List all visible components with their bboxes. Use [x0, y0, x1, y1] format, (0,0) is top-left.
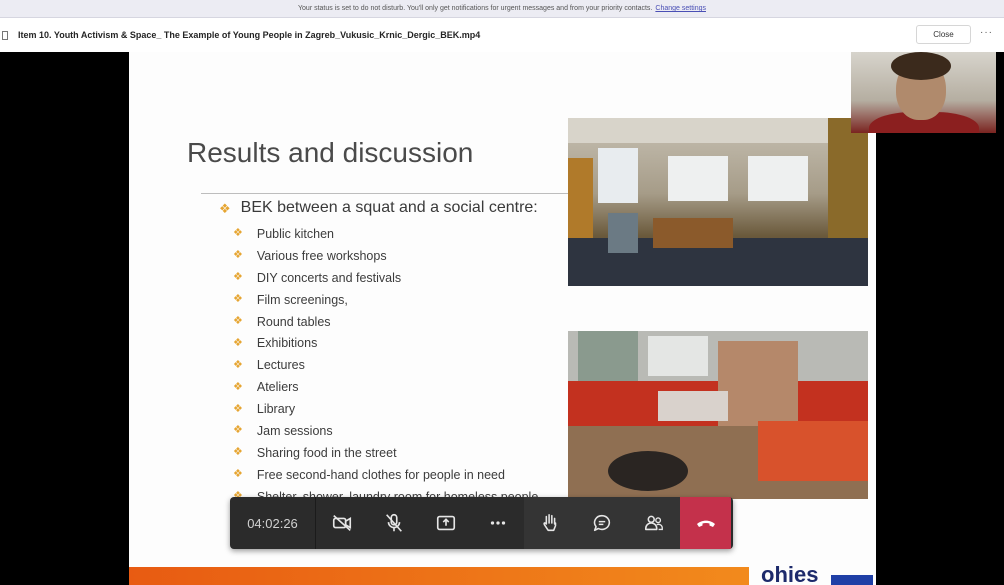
bullet-diamond-icon: ❖	[233, 315, 243, 327]
main-bullet-text: BEK between a squat and a social centre:	[240, 199, 538, 216]
status-notification-text: Your status is set to do not disturb. Yo…	[298, 5, 653, 12]
sub-bullet-text: Library	[256, 402, 296, 417]
list-item: ❖ Public kitchen	[233, 223, 538, 245]
logo: ohies	[761, 562, 819, 585]
bullet-diamond-icon: ❖	[233, 424, 243, 437]
more-icon	[490, 521, 506, 525]
list-item: ❖ Various free workshops	[233, 245, 538, 267]
call-control-bar: 04:02:26	[230, 497, 733, 549]
sub-bullet-text: Film screenings,	[256, 292, 348, 307]
participant-hair	[891, 52, 951, 80]
share-screen-icon	[436, 515, 456, 531]
sub-bullet-text: Sharing food in the street	[256, 445, 397, 460]
list-item: ❖ Lectures	[233, 354, 538, 376]
list-item: ❖ Free second-hand clothes for people in …	[233, 464, 538, 486]
raise-hand-button[interactable]	[524, 497, 576, 549]
sub-bullet-text: Round tables	[256, 314, 331, 329]
sub-bullet-text: Free second-hand clothes for people in n…	[256, 467, 505, 482]
mic-toggle-button[interactable]	[368, 497, 420, 549]
list-item: ❖ DIY concerts and festivals	[233, 267, 538, 289]
bullet-diamond-icon: ❖	[233, 402, 243, 415]
camera-off-icon	[332, 515, 352, 531]
participant-video-tile[interactable]	[851, 52, 996, 133]
sub-bullet-list: ❖ Public kitchen ❖ Various free workshops …	[233, 223, 538, 508]
call-timer: 04:02:26	[230, 497, 316, 549]
hang-up-button[interactable]	[680, 497, 731, 549]
share-screen-button[interactable]	[420, 497, 472, 549]
participants-button[interactable]	[628, 497, 680, 549]
lounge-photo-illustration	[568, 331, 868, 499]
camera-toggle-button[interactable]	[316, 497, 368, 549]
bullet-diamond-icon: ❖	[233, 358, 243, 371]
bullet-diamond-icon: ❖	[233, 468, 243, 481]
change-settings-link[interactable]: Change settings	[655, 5, 706, 12]
bullet-diamond-icon: ❖	[233, 380, 243, 393]
document-icon	[2, 30, 8, 40]
more-options-icon[interactable]: ···	[980, 27, 993, 38]
mic-off-icon	[386, 513, 402, 532]
list-item: ❖ Exhibitions	[233, 332, 538, 354]
close-button[interactable]: Close	[916, 25, 971, 44]
title-bar: Item 10. Youth Activism & Space_ The Exa…	[0, 18, 1004, 52]
bullet-diamond-icon: ❖	[233, 227, 243, 240]
file-title: Item 10. Youth Activism & Space_ The Exa…	[18, 30, 481, 40]
more-actions-button[interactable]	[472, 497, 524, 549]
eu-flag-icon	[831, 575, 873, 585]
hang-up-icon	[696, 520, 715, 527]
sub-bullet-text: Lectures	[256, 358, 305, 373]
bullet-diamond-icon: ❖	[233, 446, 243, 459]
kitchen-photo-illustration	[568, 118, 868, 286]
sub-bullet-text: Various free workshops	[256, 248, 387, 263]
status-notification-banner: Your status is set to do not disturb. Yo…	[0, 0, 1004, 18]
main-bullet: ❖ BEK between a squat and a social centr…	[219, 199, 538, 217]
raise-hand-icon	[543, 513, 557, 532]
list-item: ❖ Film screenings,	[233, 289, 538, 311]
list-item: ❖ Sharing food in the street	[233, 442, 538, 464]
secondary-controls	[524, 497, 680, 549]
chat-icon	[593, 514, 611, 532]
slide-title: Results and discussion	[187, 137, 474, 168]
lounge-photo	[568, 331, 868, 499]
sub-bullet-text: DIY concerts and festivals	[256, 270, 402, 285]
title-divider	[201, 193, 569, 194]
list-item: ❖ Ateliers	[233, 376, 538, 398]
bullet-diamond-icon: ❖	[233, 336, 243, 349]
bullet-diamond-icon: ❖	[233, 249, 243, 262]
chat-button[interactable]	[576, 497, 628, 549]
sub-bullet-text: Public kitchen	[256, 226, 334, 241]
list-item: ❖ Library	[233, 398, 538, 420]
slide-footer-bar	[129, 567, 749, 585]
sub-bullet-text: Jam sessions	[256, 423, 333, 438]
kitchen-photo	[568, 118, 868, 286]
sub-bullet-text: Ateliers	[256, 380, 299, 395]
list-item: ❖ Round tables	[233, 311, 538, 333]
list-item: ❖ Jam sessions	[233, 420, 538, 442]
bullet-diamond-icon: ❖	[219, 200, 231, 216]
participants-icon	[644, 515, 663, 531]
sub-bullet-text: Exhibitions	[256, 336, 318, 351]
bullet-diamond-icon: ❖	[233, 271, 243, 284]
bullet-diamond-icon: ❖	[233, 293, 243, 306]
